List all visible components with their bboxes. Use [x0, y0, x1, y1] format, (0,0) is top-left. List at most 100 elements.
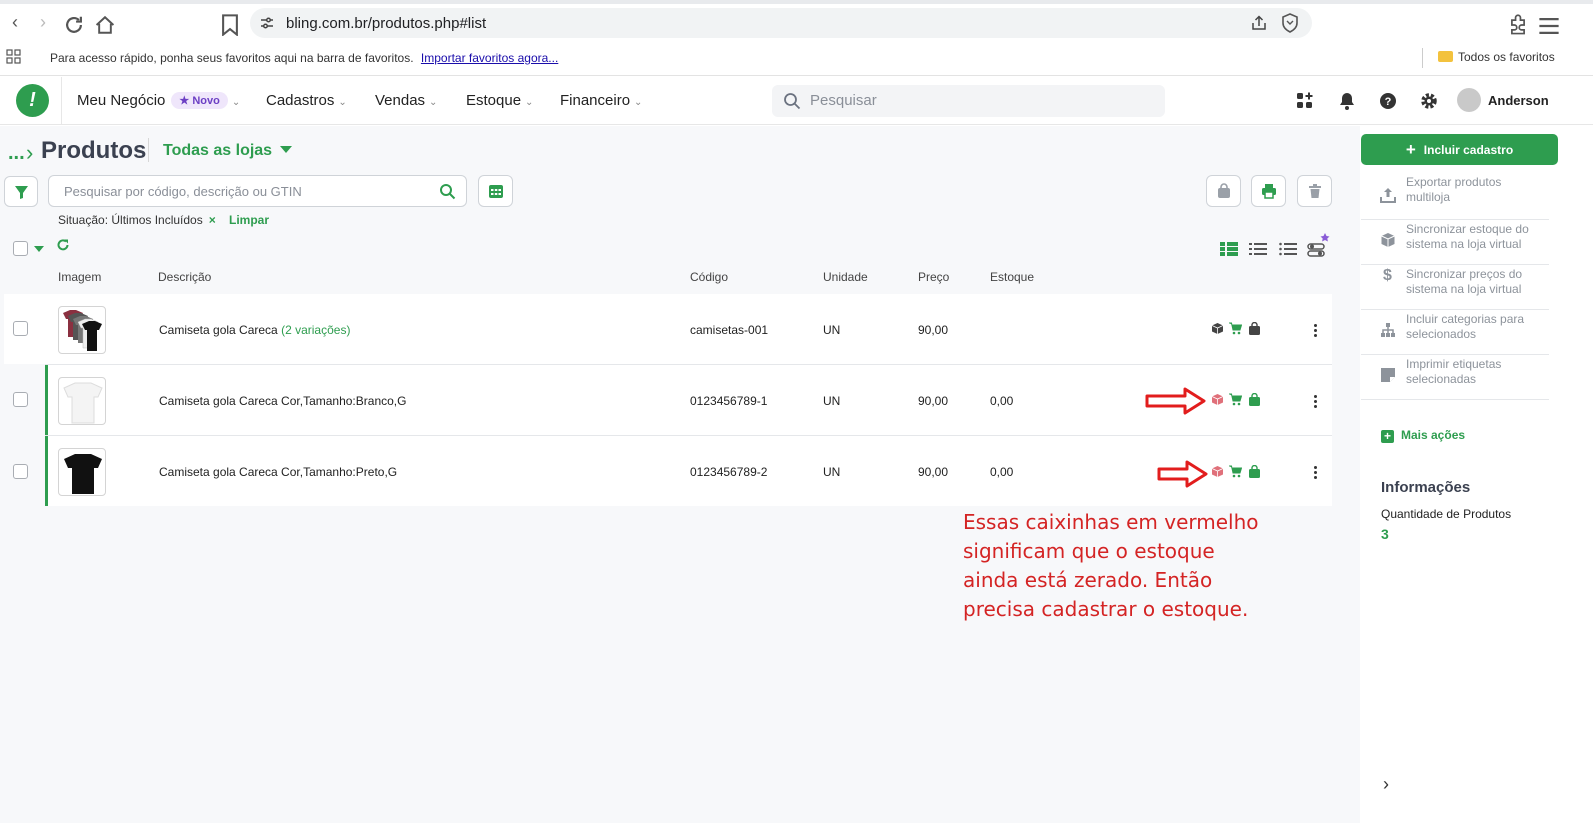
active-filter-label: Situação: Últimos Incluídos [58, 213, 203, 227]
product-description[interactable]: Camiseta gola Careca (2 variações) [159, 323, 350, 337]
store-selector-label: Todas as lojas [163, 142, 273, 159]
label-icon [1381, 368, 1395, 382]
product-thumbnail[interactable] [58, 448, 106, 496]
shopping-bag-icon[interactable] [1248, 465, 1261, 478]
product-count-label: Quantidade de Produtos [1381, 507, 1512, 521]
action-sync-stock[interactable]: Sincronizar estoque do sistema na loja v… [1361, 220, 1549, 265]
menu-meu-negocio[interactable]: Meu Negócio ★ Novo ⌄ [77, 92, 240, 109]
include-record-label: Incluir cadastro [1423, 143, 1514, 157]
upload-icon [1380, 188, 1396, 203]
product-thumbnail[interactable] [58, 377, 106, 425]
reload-icon[interactable] [63, 14, 85, 36]
row-menu-icon[interactable] [1314, 324, 1318, 338]
cart-icon[interactable] [1229, 322, 1242, 335]
product-code: 0123456789-2 [690, 465, 768, 479]
column-header-stock[interactable]: Estoque [990, 270, 1034, 284]
menu-estoque[interactable]: Estoque ⌄ [466, 92, 533, 109]
column-header-unit[interactable]: Unidade [823, 270, 868, 284]
product-description[interactable]: Camiseta gola Careca Cor,Tamanho:Preto,G [159, 465, 397, 479]
action-print-labels[interactable]: Imprimir etiquetas selecionadas [1361, 355, 1549, 400]
chevron-right-icon[interactable]: › [1383, 774, 1389, 795]
bookmarks-hint-text: Para acesso rápido, ponha seus favoritos… [50, 51, 414, 65]
filter-button[interactable] [4, 176, 38, 207]
cart-icon[interactable] [1229, 465, 1242, 478]
date-filter-button[interactable] [478, 175, 513, 207]
column-header-description[interactable]: Descrição [158, 270, 211, 284]
view-detailed-icon[interactable] [1220, 241, 1238, 257]
user-name[interactable]: Anderson [1488, 93, 1549, 108]
cart-icon[interactable] [1229, 393, 1242, 406]
product-search-input[interactable]: Pesquisar por código, descrição ou GTIN [48, 175, 467, 207]
back-icon[interactable]: ‹ [4, 11, 26, 33]
gear-icon[interactable] [1419, 91, 1439, 111]
bling-logo[interactable]: ! [16, 84, 49, 117]
brave-shield-icon[interactable] [1280, 13, 1300, 33]
action-label: Incluir categorias para selecionados [1406, 312, 1525, 341]
row-menu-icon[interactable] [1314, 395, 1318, 409]
shopping-bag-icon[interactable] [1248, 393, 1261, 406]
action-add-categories[interactable]: Incluir categorias para selecionados [1361, 310, 1549, 355]
chevron-down-icon: ⌄ [231, 97, 241, 108]
customize-columns-icon[interactable] [1307, 232, 1331, 258]
product-description[interactable]: Camiseta gola Careca Cor,Tamanho:Branco,… [159, 394, 406, 408]
novo-badge-label: Novo [192, 95, 220, 107]
row-checkbox[interactable] [13, 321, 28, 336]
stock-box-icon-red[interactable] [1211, 393, 1224, 406]
refresh-icon[interactable] [56, 238, 70, 252]
menu-vendas[interactable]: Vendas ⌄ [375, 92, 437, 109]
apps-icon[interactable] [1295, 91, 1315, 111]
help-icon[interactable]: ? [1378, 91, 1398, 111]
include-record-button[interactable]: + Incluir cadastro [1361, 134, 1558, 165]
select-all-checkbox[interactable] [13, 241, 28, 256]
column-header-code[interactable]: Código [690, 270, 728, 284]
site-settings-icon[interactable] [258, 14, 276, 32]
column-header-price[interactable]: Preço [918, 270, 949, 284]
avatar[interactable] [1457, 88, 1481, 112]
address-bar[interactable]: bling.com.br/produtos.php#list [250, 8, 1312, 38]
extensions-icon[interactable] [1507, 14, 1529, 36]
select-options-caret-icon[interactable] [34, 246, 44, 252]
variations-link[interactable]: (2 variações) [281, 323, 350, 337]
store-bag-button[interactable] [1206, 175, 1241, 207]
row-menu-icon[interactable] [1314, 466, 1318, 480]
share-icon[interactable] [1250, 14, 1268, 32]
action-export-multistore[interactable]: Exportar produtos multiloja [1361, 175, 1549, 220]
breadcrumb-dots[interactable]: ... [8, 142, 25, 165]
menu-cadastros[interactable]: Cadastros ⌄ [266, 92, 347, 109]
more-actions-link[interactable]: + Mais ações [1381, 428, 1465, 443]
product-price: 90,00 [918, 323, 949, 337]
delete-button[interactable] [1297, 175, 1332, 207]
print-button[interactable] [1251, 175, 1286, 207]
action-sync-prices[interactable]: $ Sincronizar preços do sistema na loja … [1361, 265, 1549, 310]
view-list-icon[interactable] [1249, 241, 1267, 257]
bell-icon[interactable] [1337, 91, 1357, 111]
stock-box-icon[interactable] [1211, 322, 1224, 335]
remove-filter-icon[interactable]: × [209, 213, 216, 227]
home-icon[interactable] [94, 14, 116, 36]
all-favorites[interactable]: Todos os favoritos [1438, 50, 1555, 64]
row-checkbox[interactable] [13, 392, 28, 407]
clear-filters-link[interactable]: Limpar [229, 213, 269, 227]
menu-icon[interactable] [1538, 15, 1560, 37]
search-icon[interactable] [439, 183, 456, 200]
store-selector[interactable]: Todas as lojas [163, 142, 293, 160]
action-label: Sincronizar estoque do sistema na loja v… [1406, 222, 1529, 251]
shopping-bag-icon[interactable] [1248, 322, 1261, 335]
trash-icon [1309, 184, 1321, 198]
row-checkbox[interactable] [13, 464, 28, 479]
stock-box-icon-red[interactable] [1211, 465, 1224, 478]
forward-icon[interactable]: › [32, 11, 54, 33]
product-thumbnail[interactable] [58, 306, 106, 354]
global-search-input[interactable]: Pesquisar [772, 85, 1165, 117]
import-bookmarks-link[interactable]: Importar favoritos agora... [421, 51, 558, 65]
more-actions-label: Mais ações [1401, 428, 1466, 442]
apps-grid-icon[interactable] [6, 49, 22, 65]
view-compact-icon[interactable] [1279, 241, 1297, 257]
plus-square-icon: + [1381, 430, 1394, 443]
menu-financeiro[interactable]: Financeiro ⌄ [560, 92, 642, 109]
annotation-note: Essas caixinhas em vermelho significam q… [963, 510, 1259, 621]
bookmark-icon[interactable] [219, 14, 241, 36]
product-search-placeholder: Pesquisar por código, descrição ou GTIN [64, 184, 302, 199]
calendar-icon [489, 185, 503, 198]
menu-meu-negocio-label: Meu Negócio [77, 92, 166, 109]
